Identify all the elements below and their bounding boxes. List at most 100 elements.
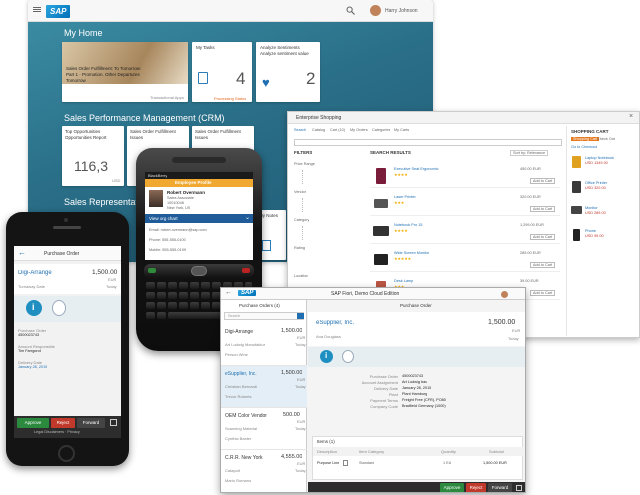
key[interactable] xyxy=(179,282,188,289)
add-to-cart-button[interactable]: Add to Cart xyxy=(530,234,556,240)
search-icon[interactable] xyxy=(297,313,304,319)
product-name[interactable]: Notebook Pro 15 xyxy=(394,223,423,227)
add-to-cart-button[interactable]: Add to Cart xyxy=(530,206,556,212)
tab-my-carts[interactable]: My Carts xyxy=(394,128,409,132)
filter-item[interactable]: Rating xyxy=(294,246,305,250)
result-row[interactable]: Notebook Pro 15 ★★★★ 1,299.00 EUR Add to… xyxy=(370,220,560,244)
key[interactable] xyxy=(179,302,188,309)
tile-title: Top Opportunities Opportunities Report xyxy=(65,129,107,140)
forward-button[interactable]: Forward xyxy=(77,418,105,428)
call-key[interactable] xyxy=(148,268,156,273)
po-list-item[interactable]: C.R.R. New York 4,555.00 EUR Catapult To… xyxy=(221,450,307,492)
tab-search[interactable]: Search xyxy=(294,128,306,132)
attachment-icon[interactable] xyxy=(52,300,66,316)
po-list-item-selected[interactable]: eSupplier, Inc. 1,500.00 EUR Christian B… xyxy=(221,366,307,408)
end-key[interactable] xyxy=(242,268,250,273)
key[interactable] xyxy=(201,292,210,299)
tile-analyze-sentiments[interactable]: Analyze Sentiments Analyze sentiment val… xyxy=(256,42,320,102)
contact-row[interactable]: Phone: 555-555-0100 xyxy=(149,238,186,242)
add-to-cart-button[interactable]: Add to Cart xyxy=(530,262,556,268)
avatar[interactable] xyxy=(501,291,508,298)
tab-cart[interactable]: Cart (10) xyxy=(330,128,345,132)
cart-item-name[interactable]: Phone xyxy=(585,229,596,233)
key[interactable] xyxy=(179,292,188,299)
back-icon[interactable]: ← xyxy=(225,289,232,296)
key[interactable] xyxy=(190,282,199,289)
result-row[interactable]: Laser Printer ★★★ 320.00 EUR Add to Cart xyxy=(370,192,560,216)
tab-categories[interactable]: Categories xyxy=(372,128,390,132)
po-item-amount: 4,555.00 xyxy=(281,454,303,460)
org-chart-row[interactable]: View org chart ⌄ xyxy=(145,214,253,223)
forward-button[interactable]: Forward xyxy=(488,483,512,492)
reject-button[interactable]: Reject xyxy=(466,483,486,492)
key[interactable] xyxy=(157,312,166,319)
home-button[interactable] xyxy=(58,445,75,462)
filter-item[interactable]: Location xyxy=(294,274,308,278)
key[interactable] xyxy=(190,292,199,299)
product-name[interactable]: Executive Seat Ergonomic xyxy=(394,167,439,171)
tab-catalog[interactable]: Catalog xyxy=(312,128,325,132)
reject-button[interactable]: Reject xyxy=(51,418,75,428)
menu-icon[interactable] xyxy=(33,7,41,8)
cart-tab-shopping-cart[interactable]: Shopping Cart xyxy=(571,137,600,141)
filter-item[interactable]: Vendor xyxy=(294,190,306,194)
approve-button[interactable]: Approve xyxy=(17,418,49,428)
tile-sales-order[interactable]: Sales Order Fulfillment: To Tomorrow: Pa… xyxy=(62,42,188,102)
sort-select[interactable]: Sort by: Relevance xyxy=(510,150,549,156)
back-icon[interactable]: ← xyxy=(18,248,26,257)
key[interactable] xyxy=(157,302,166,309)
search-icon[interactable] xyxy=(346,6,355,15)
approve-button[interactable]: Approve xyxy=(440,483,464,492)
add-to-cart-button[interactable]: Add to Cart xyxy=(530,178,556,184)
key[interactable] xyxy=(190,302,199,309)
key[interactable] xyxy=(146,302,155,309)
share-icon[interactable] xyxy=(516,485,522,491)
product-name[interactable]: Wide Screen Monitor xyxy=(394,251,429,255)
key[interactable] xyxy=(146,282,155,289)
key[interactable] xyxy=(146,292,155,299)
cart-tab-check-out[interactable]: Check Out xyxy=(597,137,615,141)
space-key[interactable] xyxy=(168,312,221,319)
filter-item[interactable]: Category xyxy=(294,218,309,222)
po-sub: Ana Douglass xyxy=(316,334,341,339)
go-to-checkout-link[interactable]: Go to Checkout xyxy=(571,145,597,149)
cart-item-name[interactable]: Monitor xyxy=(585,206,598,210)
share-icon[interactable] xyxy=(110,419,117,426)
contact-row[interactable]: Email: robert.overmann@sap.com xyxy=(149,228,207,232)
close-icon[interactable]: × xyxy=(629,113,633,120)
result-row[interactable]: Wide Screen Monitor ★★★★★ 289.00 EUR Add… xyxy=(370,248,560,272)
tile-top-opportunities[interactable]: Top Opportunities Opportunities Report 1… xyxy=(62,126,124,186)
product-name[interactable]: Desk Lamp xyxy=(394,279,413,283)
items-title: Items (1) xyxy=(317,439,335,444)
key[interactable] xyxy=(168,282,177,289)
key[interactable] xyxy=(157,292,166,299)
info-icon[interactable]: i xyxy=(320,350,333,363)
shop-search-input[interactable] xyxy=(294,139,562,146)
po-search-input[interactable]: Search xyxy=(224,312,304,320)
po-item-amount: 1,500.00 xyxy=(281,370,303,376)
key[interactable] xyxy=(201,302,210,309)
key[interactable] xyxy=(146,312,155,319)
table-row[interactable]: Purpose Line Bill Standard 1 EA 1,500.00… xyxy=(313,457,524,471)
avatar[interactable] xyxy=(370,5,381,16)
key[interactable] xyxy=(168,302,177,309)
key[interactable] xyxy=(157,282,166,289)
tile-my-tasks[interactable]: My Tasks 4 Processing Status xyxy=(192,42,252,102)
user-name[interactable]: Harry Johnson xyxy=(385,8,418,14)
contact-row[interactable]: Mobile: 555-555-0199 xyxy=(149,248,186,252)
trackpad[interactable] xyxy=(191,266,207,276)
cart-item-name[interactable]: Office Printer xyxy=(585,181,607,185)
key[interactable] xyxy=(168,292,177,299)
result-row[interactable]: Executive Seat Ergonomic ★★★★ 450.00 EUR… xyxy=(370,164,560,188)
product-name[interactable]: Laser Printer xyxy=(394,195,416,199)
add-to-cart-button[interactable]: Add to Cart xyxy=(530,290,556,296)
tab-my-orders[interactable]: My Orders xyxy=(350,128,368,132)
cart-item-name[interactable]: Laptop Notebook xyxy=(585,156,614,160)
po-list-item[interactable]: OEM Color Vendor 500.00 EUR Scanning Mat… xyxy=(221,408,307,450)
key[interactable] xyxy=(201,282,210,289)
po-list-item[interactable]: Digi-Arrange 1,500.00 EUR Art Ludwig Man… xyxy=(221,324,307,366)
filter-options xyxy=(302,198,342,212)
filter-item[interactable]: Price Range xyxy=(294,162,315,166)
info-icon[interactable]: i xyxy=(26,300,42,316)
attachment-icon[interactable] xyxy=(342,350,354,363)
